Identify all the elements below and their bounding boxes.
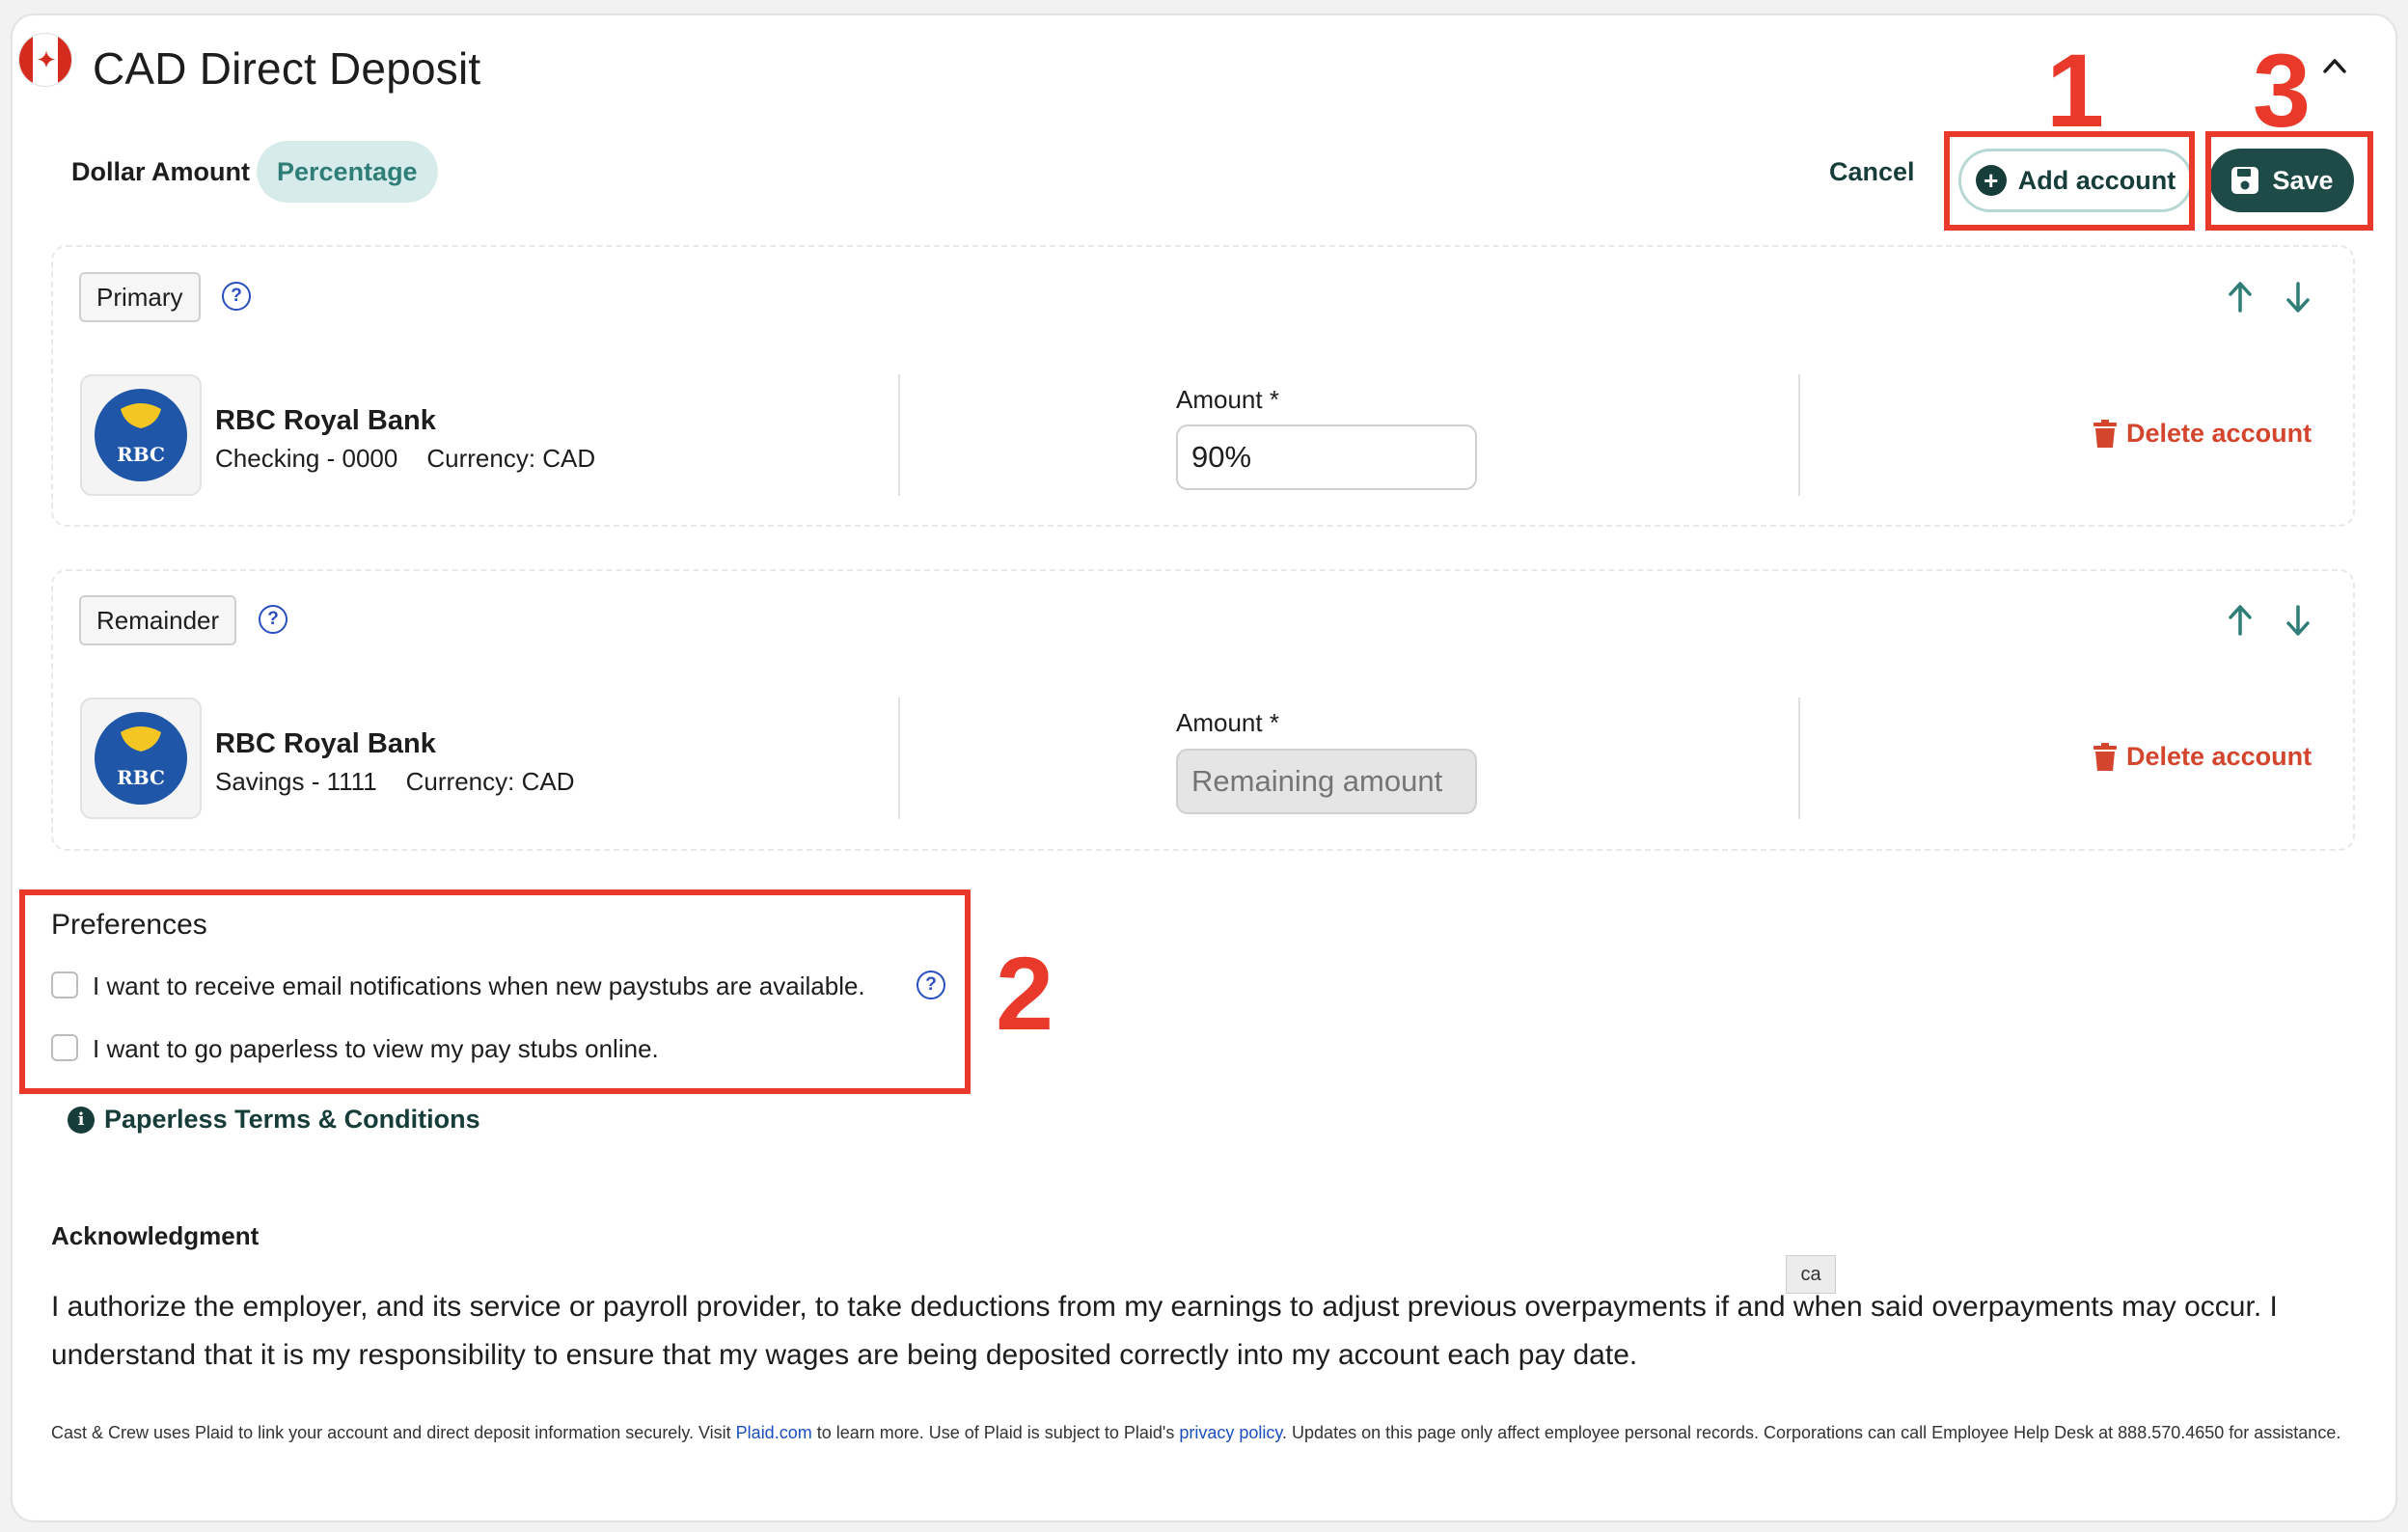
divider [898, 698, 900, 819]
help-icon[interactable]: ? [259, 605, 287, 634]
account-details: Savings - 1111 Currency: CAD [215, 767, 603, 797]
annotation-number-1: 1 [2046, 32, 2105, 149]
paperless-terms-link[interactable]: i Paperless Terms & Conditions [68, 1105, 480, 1135]
email-notifications-checkbox[interactable] [51, 971, 78, 999]
footer-text: . Updates on this page only affect emplo… [1282, 1423, 2341, 1442]
page-title: CAD Direct Deposit [93, 43, 481, 94]
canada-flag-icon: ✦ [18, 33, 72, 87]
preferences-title: Preferences [51, 909, 207, 941]
info-icon: i [68, 1106, 95, 1134]
tooltip: ca [1786, 1255, 1836, 1294]
tab-percentage[interactable]: Percentage [257, 141, 438, 203]
acknowledgment-text: I authorize the employer, and its servic… [51, 1291, 2278, 1371]
account-currency: Currency: CAD [405, 767, 575, 796]
delete-account-button[interactable]: Delete account [2093, 419, 2312, 449]
arrow-down-icon[interactable] [2279, 278, 2317, 316]
annotation-number-2: 2 [996, 935, 1054, 1052]
annotation-number-3: 3 [2253, 32, 2312, 149]
account-role-chip: Remainder [79, 595, 237, 645]
footer-text: Cast & Crew uses Plaid to link your acco… [51, 1423, 736, 1442]
rbc-logo-icon: RBC [95, 712, 187, 805]
paperless-checkbox[interactable] [51, 1034, 78, 1061]
chevron-up-icon[interactable] [2315, 46, 2354, 85]
account-role-chip: Primary [79, 272, 201, 322]
account-details: Checking - 0000 Currency: CAD [215, 444, 624, 474]
paperless-terms-label: Paperless Terms & Conditions [104, 1105, 480, 1134]
privacy-policy-link[interactable]: privacy policy [1179, 1423, 1282, 1442]
acknowledgment-title: Acknowledgment [51, 1221, 260, 1250]
rbc-logo-text: RBC [117, 766, 165, 789]
trash-icon [2093, 419, 2117, 448]
amount-label: Amount * [1176, 385, 1279, 414]
bank-logo: RBC [80, 374, 202, 496]
arrow-up-icon[interactable] [2221, 278, 2259, 316]
account-currency: Currency: CAD [426, 444, 596, 473]
arrow-up-icon[interactable] [2221, 601, 2259, 640]
bank-logo: RBC [80, 698, 202, 819]
account-number: Checking - 0000 [215, 444, 398, 473]
rbc-logo-icon: RBC [95, 389, 187, 481]
help-icon[interactable]: ? [222, 282, 251, 311]
footer-disclaimer: Cast & Crew uses Plaid to link your acco… [51, 1420, 2357, 1445]
divider [1798, 374, 1800, 496]
plaid-link[interactable]: Plaid.com [736, 1423, 812, 1442]
tab-dollar-amount[interactable]: Dollar Amount [51, 141, 270, 203]
cancel-button[interactable]: Cancel [1818, 141, 1927, 203]
divider [1798, 698, 1800, 819]
delete-account-label: Delete account [2126, 419, 2312, 448]
amount-input-disabled [1176, 749, 1477, 814]
email-notifications-label: I want to receive email notifications wh… [93, 971, 865, 1000]
footer-text: to learn more. Use of Plaid is subject t… [811, 1423, 1180, 1442]
bank-name: RBC Royal Bank [215, 728, 436, 759]
account-number: Savings - 1111 [215, 767, 377, 796]
delete-account-label: Delete account [2126, 742, 2312, 771]
divider [898, 374, 900, 496]
arrow-down-icon[interactable] [2279, 601, 2317, 640]
rbc-logo-text: RBC [117, 443, 165, 466]
bank-name: RBC Royal Bank [215, 405, 436, 436]
help-icon[interactable]: ? [917, 971, 945, 999]
amount-input[interactable] [1176, 424, 1477, 490]
trash-icon [2093, 742, 2117, 771]
amount-label: Amount * [1176, 708, 1279, 737]
paperless-label: I want to go paperless to view my pay st… [93, 1034, 659, 1063]
delete-account-button[interactable]: Delete account [2093, 742, 2312, 772]
